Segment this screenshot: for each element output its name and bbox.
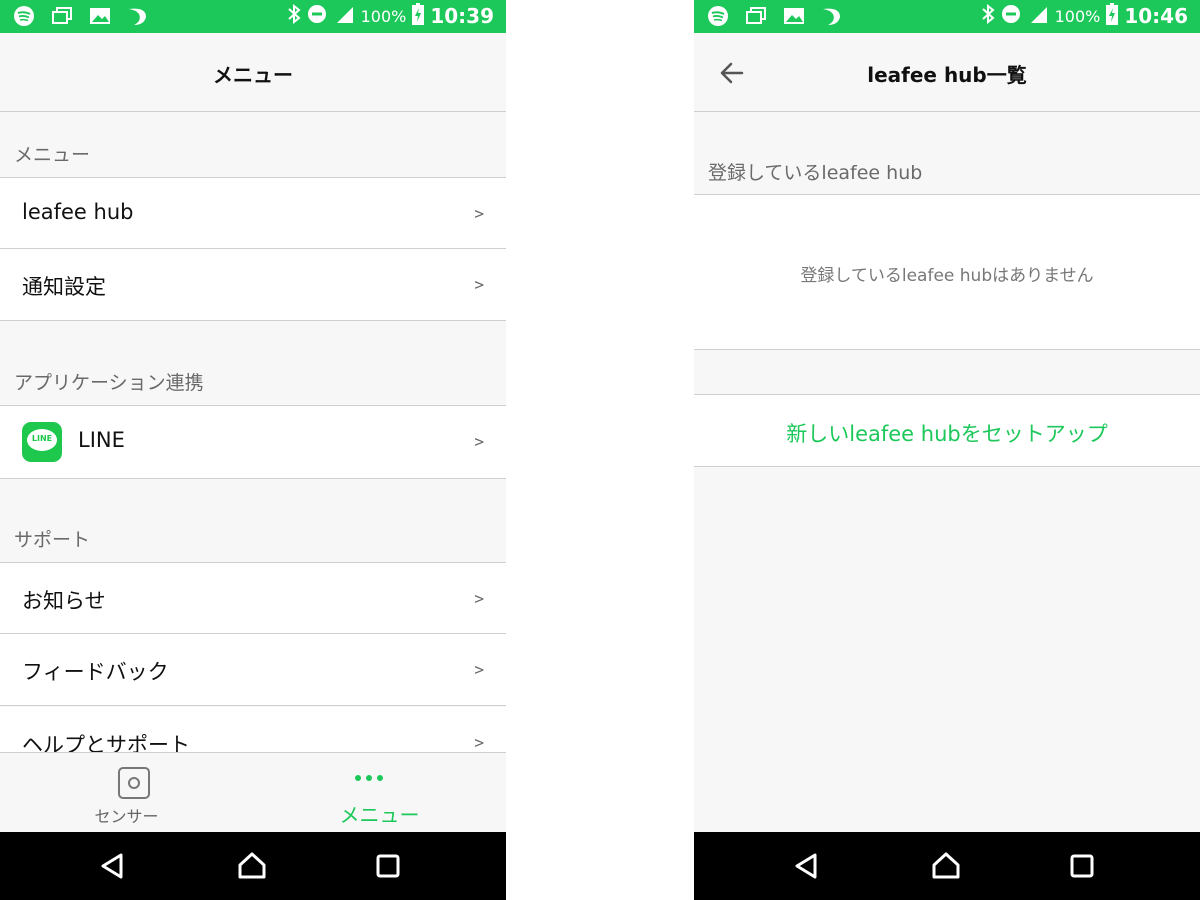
image-icon xyxy=(782,5,806,27)
page-title: leafee hub一覧 xyxy=(867,63,1027,87)
battery-charging-icon xyxy=(1106,3,1119,29)
section-label-support: サポート xyxy=(14,529,91,551)
battery-percent: 100% xyxy=(1054,6,1101,26)
chevron-right-icon: > xyxy=(474,432,484,451)
line-logo-icon: LINE xyxy=(22,422,62,462)
tab-label: メニュー xyxy=(339,803,420,827)
app-header: leafee hub一覧 xyxy=(694,33,1200,112)
menu-item-leafee-hub[interactable]: leafee hub > xyxy=(0,177,506,249)
spotify-icon xyxy=(12,5,36,27)
empty-hub-list: 登録しているleafee hubはありません xyxy=(694,194,1200,350)
spotify-icon xyxy=(706,5,730,27)
hub-list-screen: 100% 10:46 leafee hub一覧 登録しているleafee hub… xyxy=(694,0,1200,900)
chevron-right-icon: > xyxy=(474,589,484,608)
menu-item-label: お知らせ xyxy=(22,589,106,613)
menu-screen: 100% 10:39 メニュー メニュー leafee hub > 通知設定 >… xyxy=(0,0,506,900)
section-label-menu: メニュー xyxy=(14,144,91,166)
chevron-right-icon: > xyxy=(474,275,484,294)
moon-icon xyxy=(126,5,150,27)
line-logo-text: LINE xyxy=(31,434,53,443)
nav-back-icon[interactable] xyxy=(97,850,129,882)
android-nav-bar xyxy=(0,832,506,900)
signal-icon xyxy=(1027,4,1049,28)
menu-item-notification-settings[interactable]: 通知設定 > xyxy=(0,249,506,321)
tab-sensor[interactable]: センサー xyxy=(0,753,253,833)
menu-item-label: フィードバック xyxy=(22,660,169,684)
sensor-icon xyxy=(118,767,150,799)
bottom-tab-bar: センサー メニュー xyxy=(0,752,506,832)
bluetooth-icon xyxy=(981,3,995,28)
status-bar: 100% 10:39 xyxy=(0,0,506,33)
section-label-app-integration: アプリケーション連携 xyxy=(14,372,204,394)
setup-new-hub-label: 新しいleafee hubをセットアップ xyxy=(786,422,1108,446)
hub-list-body: 登録しているleafee hub 登録しているleafee hubはありません … xyxy=(694,112,1200,832)
app-header: メニュー xyxy=(0,33,506,112)
cast-icon xyxy=(50,5,74,27)
cast-icon xyxy=(744,5,768,27)
image-icon xyxy=(88,5,112,27)
chevron-right-icon: > xyxy=(474,204,484,223)
nav-back-icon[interactable] xyxy=(791,850,823,882)
menu-item-label: LINE xyxy=(78,428,125,452)
status-bar: 100% 10:46 xyxy=(694,0,1200,33)
chevron-right-icon: > xyxy=(474,733,484,752)
section-label-registered-hubs: 登録しているleafee hub xyxy=(708,162,923,184)
tab-label: センサー xyxy=(94,807,159,826)
more-dots-icon xyxy=(355,775,383,781)
menu-item-label: leafee hub xyxy=(22,200,134,224)
status-time: 10:46 xyxy=(1124,4,1188,28)
chevron-right-icon: > xyxy=(474,660,484,679)
battery-charging-icon xyxy=(412,3,425,29)
menu-item-label: 通知設定 xyxy=(22,275,106,299)
tab-menu[interactable]: メニュー xyxy=(253,753,506,833)
bluetooth-icon xyxy=(287,3,301,28)
signal-icon xyxy=(333,4,355,28)
do-not-disturb-icon xyxy=(307,4,327,28)
nav-recent-apps-icon[interactable] xyxy=(372,850,404,882)
empty-state-text: 登録しているleafee hubはありません xyxy=(800,266,1094,286)
battery-percent: 100% xyxy=(360,6,407,26)
nav-recent-apps-icon[interactable] xyxy=(1066,850,1098,882)
android-nav-bar xyxy=(694,832,1200,900)
setup-new-hub-button[interactable]: 新しいleafee hubをセットアップ xyxy=(694,394,1200,467)
moon-icon xyxy=(820,5,844,27)
status-time: 10:39 xyxy=(430,4,494,28)
menu-item-feedback[interactable]: フィードバック > xyxy=(0,634,506,706)
do-not-disturb-icon xyxy=(1001,4,1021,28)
menu-item-news[interactable]: お知らせ > xyxy=(0,562,506,634)
menu-item-line[interactable]: LINE LINE > xyxy=(0,405,506,479)
nav-home-icon[interactable] xyxy=(236,850,268,882)
page-title: メニュー xyxy=(213,63,293,87)
nav-home-icon[interactable] xyxy=(930,850,962,882)
